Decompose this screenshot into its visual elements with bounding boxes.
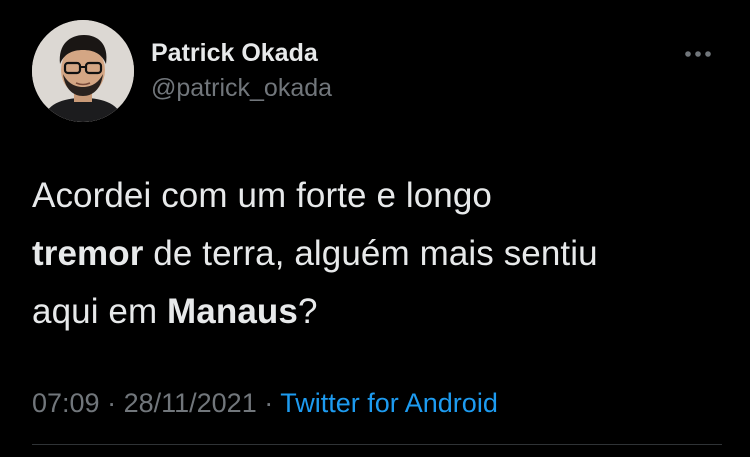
tweet-meta: 07:09 · 28/11/2021 · Twitter for Android	[32, 385, 498, 421]
divider	[32, 444, 722, 445]
tweet-source-link[interactable]: Twitter for Android	[280, 388, 498, 418]
avatar[interactable]	[32, 20, 134, 122]
tweet-text-line-1-content: Acordei com um forte e longo	[32, 176, 492, 215]
user-handle[interactable]: @patrick_okada	[151, 72, 332, 104]
more-horizontal-icon[interactable]	[680, 42, 720, 66]
avatar-image	[32, 20, 134, 122]
bold-word-tremor: tremor	[32, 234, 144, 273]
meta-separator: ·	[99, 388, 124, 418]
display-name[interactable]: Patrick Okada	[151, 38, 332, 68]
tweet-time[interactable]: 07:09	[32, 388, 100, 418]
tweet-date[interactable]: 28/11/2021	[124, 388, 257, 418]
tweet: Patrick Okada @patrick_okada Acordei com…	[0, 0, 750, 457]
tweet-text-line-3-end: ?	[297, 292, 318, 331]
tweet-text-line-2-rest: de terra, alguém mais sentiu	[143, 234, 598, 273]
tweet-text-line-1: Acordei com um forte e longo	[32, 167, 722, 225]
tweet-text-line-2: tremor de terra, alguém mais sentiu	[32, 225, 722, 283]
tweet-text-line-3: aqui em Manaus?	[32, 283, 722, 341]
bold-word-manaus: Manaus	[167, 292, 298, 331]
tweet-author[interactable]: Patrick Okada @patrick_okada	[151, 38, 332, 104]
meta-separator: ·	[256, 388, 281, 418]
tweet-text-line-3-start: aqui em	[32, 292, 168, 331]
tweet-text: Acordei com um forte e longo tremor de t…	[32, 167, 722, 341]
